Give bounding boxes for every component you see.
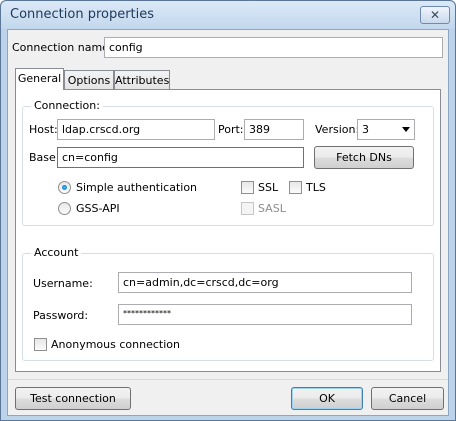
password-input[interactable]: ************ xyxy=(118,304,412,325)
close-icon: ✕ xyxy=(429,8,441,22)
host-label: Host: xyxy=(29,123,58,136)
port-input[interactable]: 389 xyxy=(244,119,304,140)
simple-auth-label[interactable]: Simple authentication xyxy=(76,181,197,194)
sasl-checkbox xyxy=(241,202,254,215)
account-group: Account Username: cn=admin,dc=crscd,dc=o… xyxy=(22,246,434,361)
ssl-checkbox[interactable] xyxy=(241,181,254,194)
gssapi-label[interactable]: GSS-API xyxy=(76,202,120,215)
anonymous-label[interactable]: Anonymous connection xyxy=(51,338,180,351)
tab-strip: General Options Attributes xyxy=(15,68,441,90)
fetch-dns-button[interactable]: Fetch DNs xyxy=(314,146,414,169)
password-label: Password: xyxy=(33,309,89,322)
general-tab-panel: Connection: Host: ldap.crscd.org Port: 3… xyxy=(15,89,441,372)
window-title: Connection properties xyxy=(10,7,155,22)
ok-button[interactable]: OK xyxy=(291,387,363,410)
account-group-legend: Account xyxy=(31,246,82,259)
connection-group: Connection: Host: ldap.crscd.org Port: 3… xyxy=(22,99,434,226)
version-label: Version: xyxy=(315,123,360,136)
gssapi-radio[interactable] xyxy=(58,202,71,215)
connection-name-input[interactable]: config xyxy=(104,37,443,58)
anonymous-checkbox[interactable] xyxy=(34,338,47,351)
close-button[interactable]: ✕ xyxy=(420,6,450,24)
dialog-body: Connection name: config General Options … xyxy=(7,29,449,416)
simple-auth-radio[interactable] xyxy=(58,181,71,194)
radio-selected-dot xyxy=(62,185,67,190)
version-value: 3 xyxy=(362,123,369,136)
sasl-label: SASL xyxy=(258,202,286,215)
connection-name-label: Connection name: xyxy=(12,41,113,54)
tab-options[interactable]: Options xyxy=(64,70,114,90)
base-label: Base: xyxy=(29,151,60,164)
title-bar[interactable]: Connection properties ✕ xyxy=(1,1,455,29)
connection-properties-window: Connection properties ✕ Connection name:… xyxy=(0,0,456,421)
connection-group-legend: Connection: xyxy=(31,99,103,112)
test-connection-button[interactable]: Test connection xyxy=(15,387,131,410)
tls-checkbox[interactable] xyxy=(289,181,302,194)
base-input[interactable]: cn=config xyxy=(57,147,304,168)
tls-label[interactable]: TLS xyxy=(306,181,326,194)
username-label: Username: xyxy=(33,277,93,290)
cancel-button[interactable]: Cancel xyxy=(371,387,444,410)
chevron-down-icon xyxy=(402,127,410,132)
port-label: Port: xyxy=(218,123,244,136)
tab-general[interactable]: General xyxy=(15,68,64,90)
ssl-label[interactable]: SSL xyxy=(258,181,278,194)
footer-divider xyxy=(8,379,448,380)
tab-attributes[interactable]: Attributes xyxy=(114,70,170,90)
username-input[interactable]: cn=admin,dc=crscd,dc=org xyxy=(118,272,412,293)
host-input[interactable]: ldap.crscd.org xyxy=(57,119,215,140)
version-select[interactable]: 3 xyxy=(357,119,415,140)
